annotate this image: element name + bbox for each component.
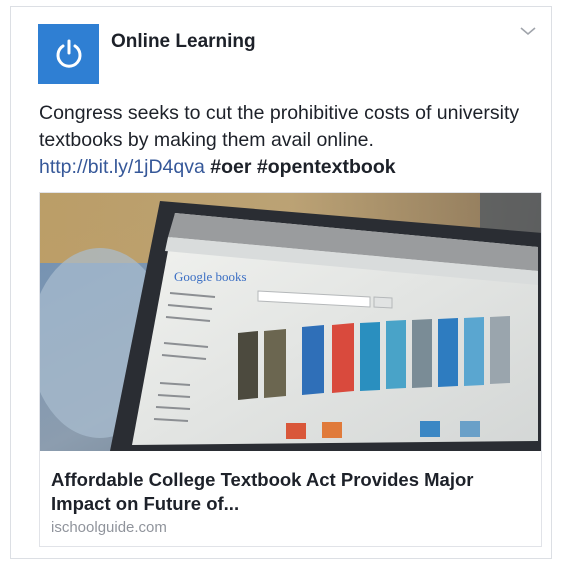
page-name[interactable]: Online Learning [111,31,256,53]
post-link[interactable]: http://bit.ly/1jD4qva [39,156,205,178]
post-text: Congress seeks to cut the prohibitive co… [39,100,539,181]
hashtag-opentextbook[interactable]: #opentextbook [257,156,396,178]
post-card: Online Learning Congress seeks to cut th… [10,6,552,559]
power-icon [56,39,81,68]
preview-domain: ischoolguide.com [51,519,167,536]
link-preview[interactable]: Google books Affordable College Textbook… [39,192,542,547]
preview-title[interactable]: Affordable College Textbook Act Provides… [51,468,521,516]
hashtag-oer[interactable]: #oer [210,156,251,178]
post-body: Congress seeks to cut the prohibitive co… [39,102,520,151]
screen-logo: Google books [174,269,247,284]
chevron-down-icon[interactable] [519,25,537,37]
page-avatar[interactable] [38,24,99,84]
preview-image[interactable]: Google books [40,193,542,451]
